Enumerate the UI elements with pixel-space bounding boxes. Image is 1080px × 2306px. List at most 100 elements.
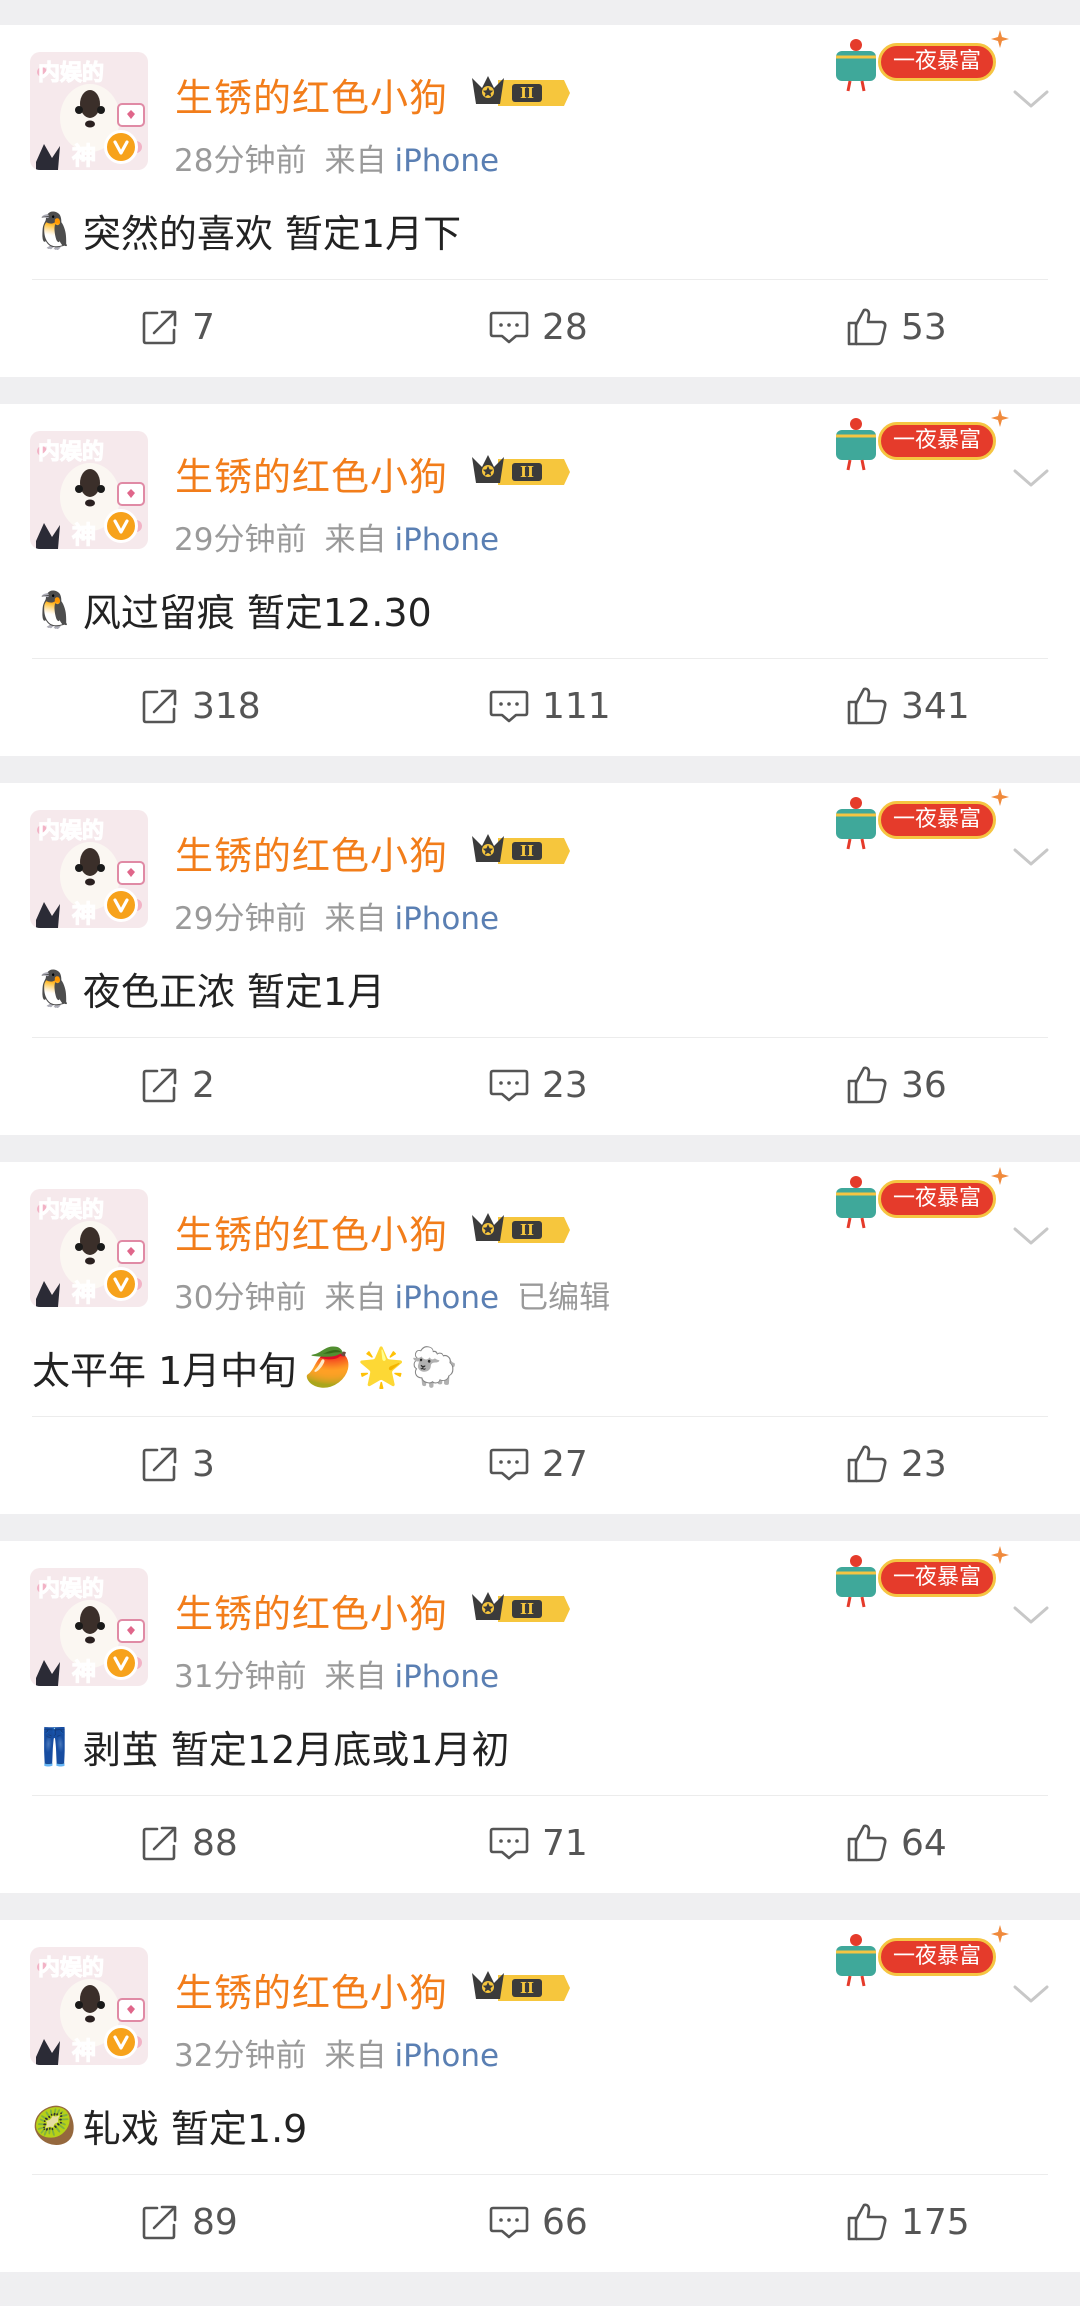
post-content[interactable]: 🐧 突然的喜欢 暂定1月下 [32, 203, 469, 258]
username[interactable]: 生锈的红色小狗 [175, 1583, 448, 1638]
sheep-icon: 🐑 [410, 1345, 459, 1389]
action-bar: 3 27 23 [0, 1424, 1080, 1504]
lucky-badge[interactable]: 一夜暴富 [830, 1920, 1010, 1995]
comment-button[interactable]: 111 [488, 666, 611, 746]
action-bar: 2 23 36 [0, 1045, 1080, 1125]
like-button[interactable]: 175 [845, 2182, 970, 2262]
comment-icon [489, 690, 529, 723]
post-content[interactable]: 👖 剥茧 暂定12月底或1月初 [32, 1719, 517, 1774]
like-button[interactable]: 53 [845, 287, 947, 367]
avatar-text-bottom: 神 [72, 1279, 96, 1307]
repost-button[interactable]: 88 [140, 1803, 238, 1883]
device-link[interactable]: iPhone [394, 2038, 499, 2074]
post-content[interactable]: 🐧 风过留痕 暂定12.30 [32, 582, 440, 637]
username[interactable]: 生锈的红色小狗 [175, 1962, 448, 2017]
post-card[interactable]: 内娱的 神 生锈的红色小狗 II 32分钟前 来自 iPhone 一夜暴富 🥝 … [0, 1920, 1080, 2272]
post-card[interactable]: 内娱的 神 生锈的红色小狗 II 29分钟前 来自 iPhone 一夜暴富 🐧 … [0, 404, 1080, 756]
post-card[interactable]: 内娱的 神 生锈的红色小狗 II 30分钟前 来自 iPhone 已编辑 一夜暴富 [0, 1162, 1080, 1514]
repost-button[interactable]: 3 [140, 1424, 215, 1504]
post-meta: 32分钟前 来自 iPhone [174, 2030, 517, 2075]
like-button[interactable]: 64 [845, 1803, 947, 1883]
post-time: 30分钟前 [174, 1280, 307, 1316]
vip-crown-icon[interactable]: II [468, 1588, 572, 1630]
kiwi-icon: 🥝 [32, 2105, 77, 2147]
comment-button[interactable]: 28 [488, 287, 588, 367]
comment-count: 111 [542, 685, 611, 727]
chevron-down-icon[interactable] [1012, 845, 1050, 869]
repost-button[interactable]: 7 [140, 287, 215, 367]
penguin-icon: 🐧 [32, 589, 77, 631]
post-card[interactable]: 内娱的 神 生锈的红色小狗 II 31分钟前 来自 iPhone 一夜暴富 👖 … [0, 1541, 1080, 1893]
verified-badge-icon [104, 1267, 138, 1301]
username[interactable]: 生锈的红色小狗 [175, 67, 448, 122]
like-button[interactable]: 23 [845, 1424, 947, 1504]
like-button[interactable]: 36 [845, 1045, 947, 1125]
post-time: 29分钟前 [174, 522, 307, 558]
action-bar: 88 71 64 [0, 1803, 1080, 1883]
like-count: 23 [901, 1443, 947, 1485]
repost-button[interactable]: 318 [140, 666, 261, 746]
repost-button[interactable]: 89 [140, 2182, 238, 2262]
device-link[interactable]: iPhone [394, 901, 499, 937]
verified-badge-icon [104, 888, 138, 922]
like-count: 341 [901, 685, 970, 727]
post-meta: 31分钟前 来自 iPhone [174, 1651, 517, 1696]
vip-crown-icon[interactable]: II [468, 1967, 572, 2009]
post-card[interactable]: 内娱的 神 生锈的红色小狗 II 28分钟前 来自 iPhone 一夜暴富 🐧 … [0, 25, 1080, 377]
post-time: 32分钟前 [174, 2038, 307, 2074]
username[interactable]: 生锈的红色小狗 [175, 825, 448, 880]
source-prefix: 来自 [324, 1280, 387, 1316]
repost-count: 2 [192, 1064, 215, 1106]
comment-button[interactable]: 23 [488, 1045, 588, 1125]
post-text: 太平年 1月中旬 [32, 1349, 297, 1393]
comment-count: 27 [542, 1443, 588, 1485]
chevron-down-icon[interactable] [1012, 1982, 1050, 2006]
lucky-badge[interactable]: 一夜暴富 [830, 25, 1010, 100]
badge-label: 一夜暴富 [878, 422, 996, 460]
vip-crown-icon[interactable]: II [468, 72, 572, 114]
vip-crown-icon[interactable]: II [468, 451, 572, 493]
repost-button[interactable]: 2 [140, 1045, 215, 1125]
comment-count: 66 [542, 2201, 588, 2243]
repost-count: 3 [192, 1443, 215, 1485]
vip-crown-icon[interactable]: II [468, 830, 572, 872]
device-link[interactable]: iPhone [394, 1659, 499, 1695]
comment-button[interactable]: 71 [488, 1803, 588, 1883]
vip-crown-icon[interactable]: II [468, 1209, 572, 1251]
repost-count: 318 [192, 685, 261, 727]
post-content[interactable]: 🐧 夜色正浓 暂定1月 [32, 961, 393, 1016]
post-text: 夜色正浓 暂定1月 [82, 970, 386, 1014]
comment-button[interactable]: 66 [488, 2182, 588, 2262]
chevron-down-icon[interactable] [1012, 1224, 1050, 1248]
share-icon [142, 1826, 177, 1861]
comment-button[interactable]: 27 [488, 1424, 588, 1504]
lucky-badge[interactable]: 一夜暴富 [830, 1162, 1010, 1237]
lucky-badge[interactable]: 一夜暴富 [830, 783, 1010, 858]
device-link[interactable]: iPhone [394, 522, 499, 558]
repost-count: 89 [192, 2201, 238, 2243]
sparkle-icon [991, 409, 1009, 427]
chevron-down-icon[interactable] [1012, 466, 1050, 490]
post-time: 28分钟前 [174, 143, 307, 179]
post-card[interactable]: 内娱的 神 生锈的红色小狗 II 29分钟前 来自 iPhone 一夜暴富 🐧 … [0, 783, 1080, 1135]
lucky-badge[interactable]: 一夜暴富 [830, 404, 1010, 479]
penguin-icon: 🐧 [32, 210, 77, 252]
like-button[interactable]: 341 [845, 666, 970, 746]
badge-label: 一夜暴富 [878, 43, 996, 81]
device-link[interactable]: iPhone [394, 1280, 499, 1316]
source-prefix: 来自 [324, 522, 387, 558]
post-content[interactable]: 太平年 1月中旬 🥭 🌟 🐑 [32, 1340, 458, 1395]
chevron-down-icon[interactable] [1012, 87, 1050, 111]
chevron-down-icon[interactable] [1012, 1603, 1050, 1627]
share-icon [142, 1447, 177, 1482]
username[interactable]: 生锈的红色小狗 [175, 1204, 448, 1259]
avatar-text-bottom: 神 [72, 900, 96, 928]
verified-badge-icon [104, 1646, 138, 1680]
post-text: 剥茧 暂定12月底或1月初 [82, 1728, 510, 1772]
device-link[interactable]: iPhone [394, 143, 499, 179]
source-prefix: 来自 [324, 143, 387, 179]
username[interactable]: 生锈的红色小狗 [175, 446, 448, 501]
post-content[interactable]: 🥝 轧戏 暂定1.9 [32, 2098, 315, 2153]
edited-label: 已编辑 [517, 1280, 611, 1316]
lucky-badge[interactable]: 一夜暴富 [830, 1541, 1010, 1616]
